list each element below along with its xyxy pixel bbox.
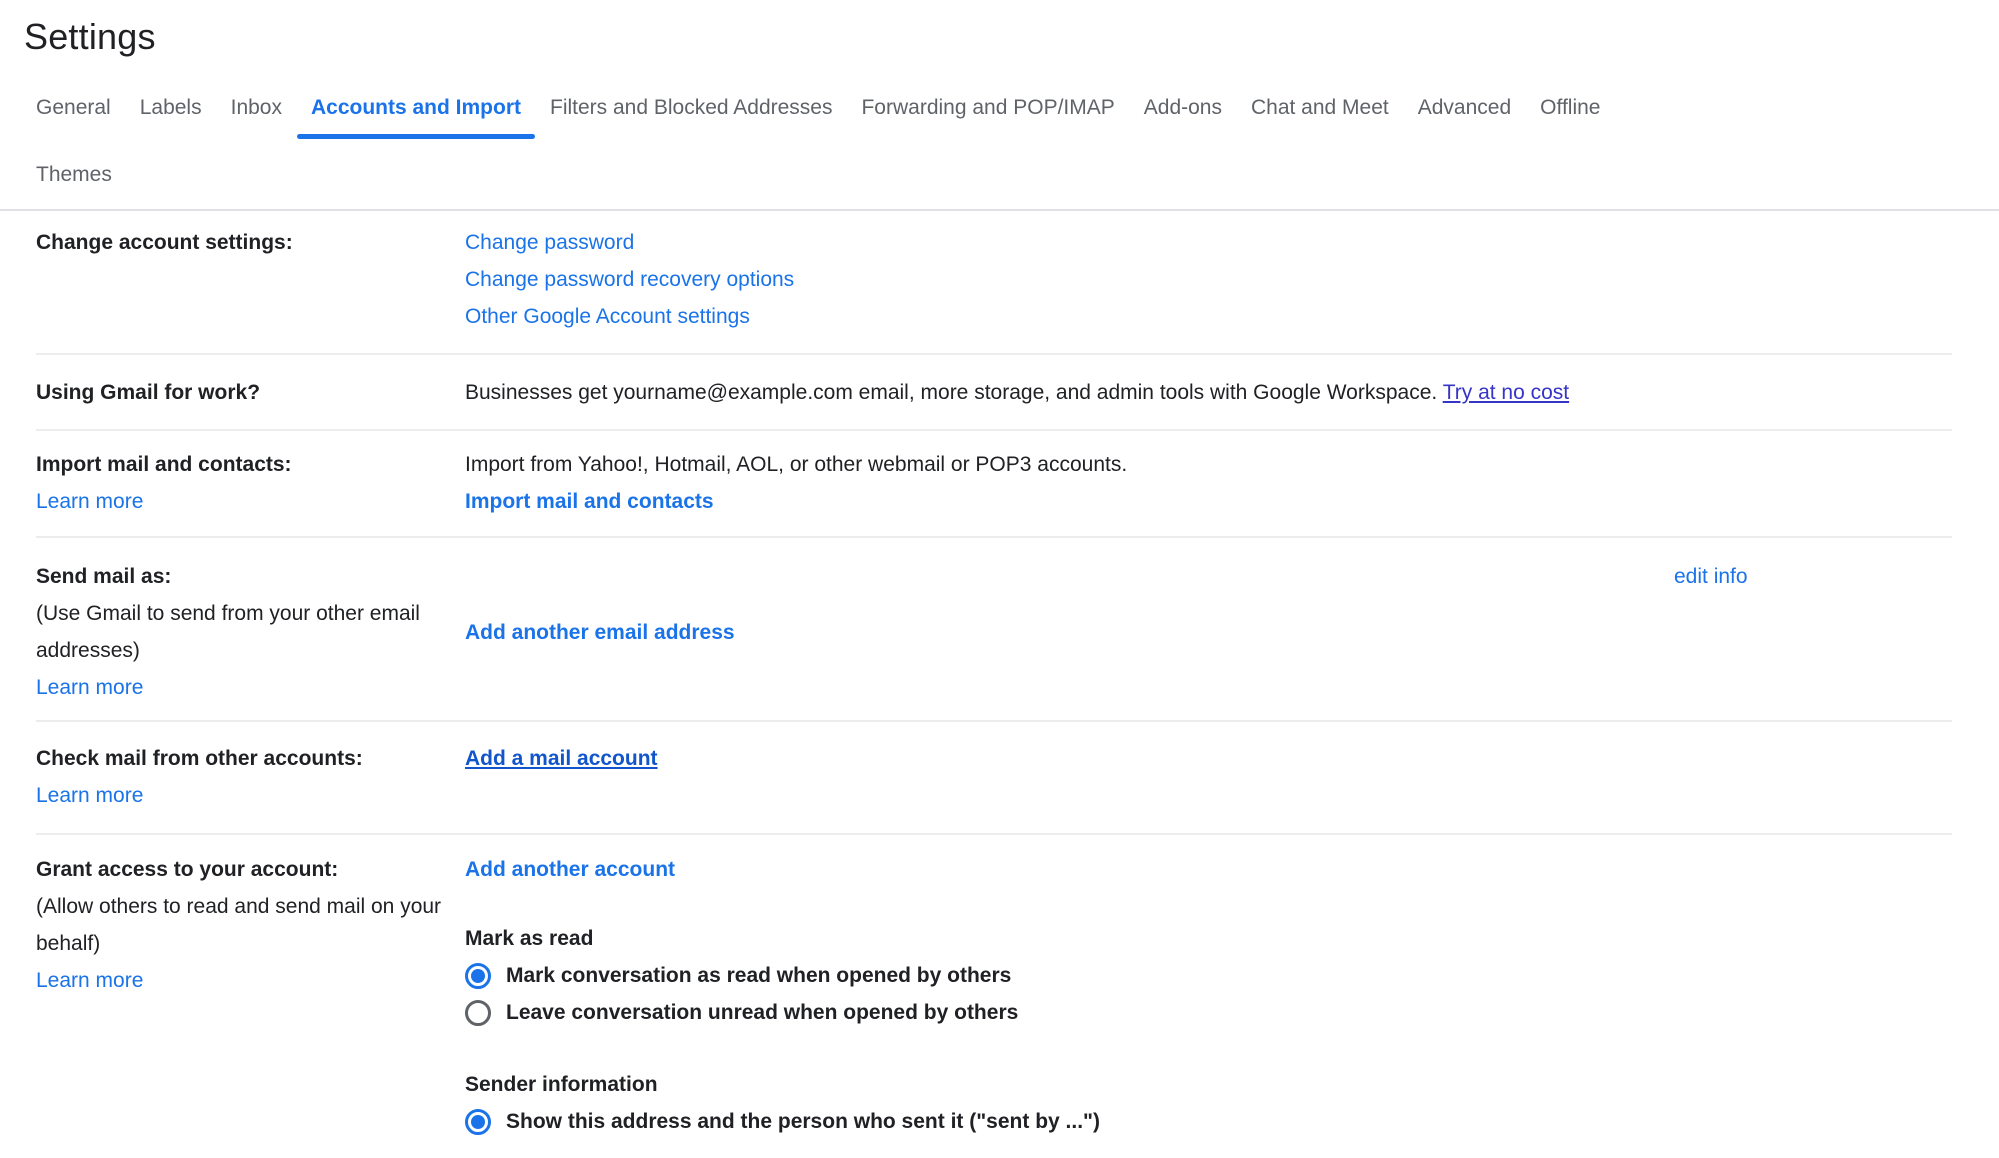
change-password-recovery-options-link[interactable]: Change password recovery options [465, 261, 1674, 298]
row-label-cell: Send mail as: (Use Gmail to send from yo… [36, 558, 465, 706]
tab-chat-and-meet[interactable]: Chat and Meet [1251, 96, 1389, 139]
row-right-cell [1674, 446, 1952, 520]
row-content-cell: Change password Change password recovery… [465, 224, 1674, 335]
check-mail-label: Check mail from other accounts: [36, 740, 445, 777]
settings-tab-bar: General Labels Inbox Accounts and Import… [0, 96, 1999, 211]
row-check-mail-from-other-accounts: Check mail from other accounts: Learn mo… [36, 722, 1952, 835]
import-learn-more-link[interactable]: Learn more [36, 483, 445, 520]
import-mail-and-contacts-link[interactable]: Import mail and contacts [465, 483, 1674, 520]
add-another-account-link[interactable]: Add another account [465, 851, 1674, 888]
tab-general[interactable]: General [36, 96, 111, 139]
row-change-account-settings: Change account settings: Change password… [36, 211, 1952, 355]
radio-leave-conversation-unread[interactable]: Leave conversation unread when opened by… [465, 994, 1674, 1031]
radio-unselected-icon[interactable] [465, 1000, 491, 1026]
tab-inbox[interactable]: Inbox [231, 96, 282, 139]
row-label-cell: Change account settings: [36, 224, 465, 335]
radio-label[interactable]: Show this address and the person who sen… [506, 1103, 1100, 1140]
mark-as-read-heading: Mark as read [465, 920, 1674, 957]
radio-mark-conversation-as-read[interactable]: Mark conversation as read when opened by… [465, 957, 1674, 994]
add-a-mail-account-link[interactable]: Add a mail account [465, 747, 658, 770]
row-label-cell: Grant access to your account: (Allow oth… [36, 851, 465, 1140]
grant-access-sublabel: (Allow others to read and send mail on y… [36, 888, 445, 962]
page-title: Settings [0, 0, 1999, 58]
radio-selected-icon[interactable] [465, 963, 491, 989]
row-content-cell: Add another email address [465, 558, 1674, 706]
grant-access-learn-more-link[interactable]: Learn more [36, 962, 445, 999]
tab-accounts-and-import[interactable]: Accounts and Import [311, 96, 521, 139]
other-google-account-settings-link[interactable]: Other Google Account settings [465, 298, 1674, 335]
grant-access-label: Grant access to your account: [36, 851, 445, 888]
radio-label[interactable]: Mark conversation as read when opened by… [506, 957, 1011, 994]
tab-forwarding-and-pop-imap[interactable]: Forwarding and POP/IMAP [861, 96, 1114, 139]
radio-label[interactable]: Leave conversation unread when opened by… [506, 994, 1018, 1031]
row-right-cell [1674, 374, 1952, 411]
workspace-promo-text: Businesses get yourname@example.com emai… [465, 381, 1443, 404]
row-label-cell: Import mail and contacts: Learn more [36, 446, 465, 520]
send-mail-as-learn-more-link[interactable]: Learn more [36, 669, 445, 706]
check-mail-learn-more-link[interactable]: Learn more [36, 777, 445, 814]
row-right-cell: edit info [1674, 558, 1952, 706]
tab-advanced[interactable]: Advanced [1418, 96, 1511, 139]
row-using-gmail-for-work: Using Gmail for work? Businesses get you… [36, 355, 1952, 431]
tab-filters-and-blocked-addresses[interactable]: Filters and Blocked Addresses [550, 96, 832, 139]
using-gmail-for-work-label: Using Gmail for work? [36, 381, 260, 404]
send-mail-as-label: Send mail as: [36, 558, 445, 595]
row-right-cell [1674, 851, 1952, 1140]
gmail-settings-page: Settings General Labels Inbox Accounts a… [0, 0, 1999, 1158]
row-send-mail-as: Send mail as: (Use Gmail to send from yo… [36, 538, 1952, 722]
row-content-cell: Businesses get yourname@example.com emai… [465, 374, 1674, 411]
row-content-cell: Add a mail account [465, 740, 1674, 814]
add-another-email-address-link[interactable]: Add another email address [465, 614, 735, 651]
row-right-cell [1674, 740, 1952, 814]
try-at-no-cost-link[interactable]: Try at no cost [1443, 381, 1569, 404]
row-right-cell [1674, 224, 1952, 335]
settings-rows: Change account settings: Change password… [36, 211, 1952, 1140]
row-import-mail-and-contacts: Import mail and contacts: Learn more Imp… [36, 431, 1952, 538]
change-account-settings-label: Change account settings: [36, 231, 293, 254]
row-label-cell: Check mail from other accounts: Learn mo… [36, 740, 465, 814]
import-description-text: Import from Yahoo!, Hotmail, AOL, or oth… [465, 446, 1674, 483]
tab-add-ons[interactable]: Add-ons [1144, 96, 1222, 139]
change-password-link[interactable]: Change password [465, 224, 1674, 261]
tab-row-1: General Labels Inbox Accounts and Import… [36, 96, 1999, 139]
radio-selected-icon[interactable] [465, 1109, 491, 1135]
row-label-cell: Using Gmail for work? [36, 374, 465, 411]
send-mail-as-sublabel: (Use Gmail to send from your other email… [36, 595, 445, 669]
sender-information-heading: Sender information [465, 1066, 1674, 1103]
tab-labels[interactable]: Labels [140, 96, 202, 139]
import-mail-and-contacts-label: Import mail and contacts: [36, 446, 445, 483]
tab-themes[interactable]: Themes [36, 163, 112, 209]
tab-offline[interactable]: Offline [1540, 96, 1600, 139]
row-content-cell: Add another account Mark as read Mark co… [465, 851, 1674, 1140]
radio-show-this-address[interactable]: Show this address and the person who sen… [465, 1103, 1674, 1140]
row-content-cell: Import from Yahoo!, Hotmail, AOL, or oth… [465, 446, 1674, 520]
row-grant-access: Grant access to your account: (Allow oth… [36, 835, 1952, 1140]
edit-info-link[interactable]: edit info [1674, 565, 1748, 588]
tab-row-2: Themes [36, 163, 1999, 209]
